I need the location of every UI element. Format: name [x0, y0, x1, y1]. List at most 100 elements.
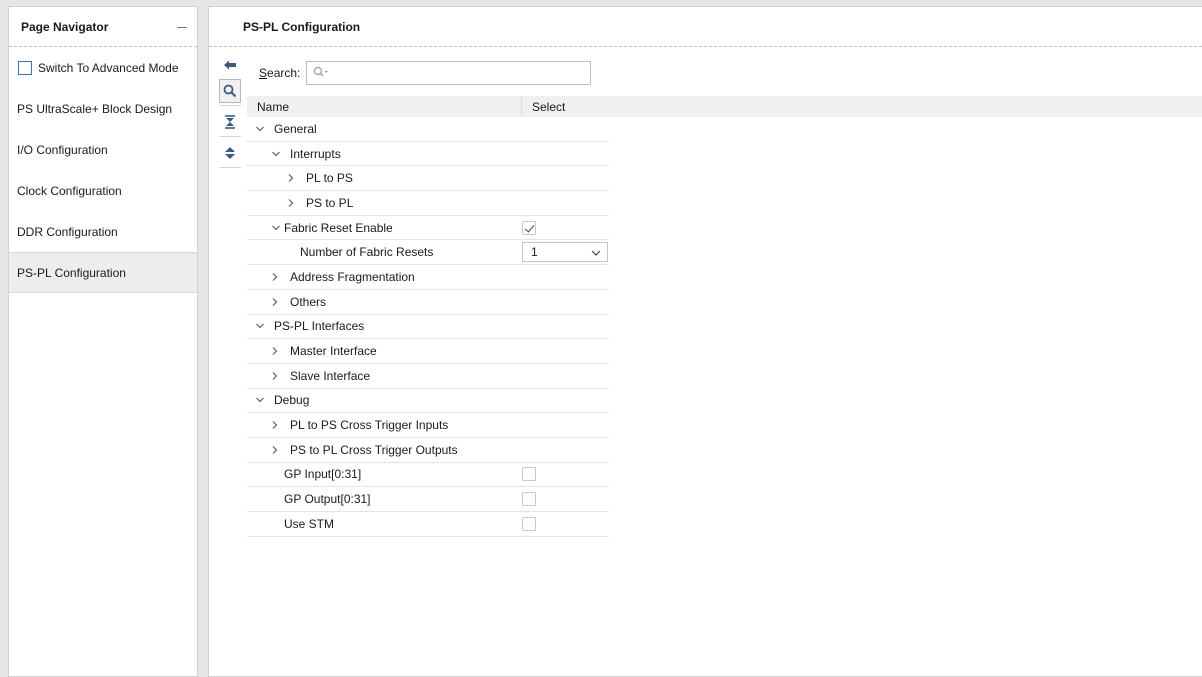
tree-row-label: Interrupts [290, 146, 341, 161]
tree-row[interactable]: General [247, 117, 609, 142]
page-navigator-title: Page Navigator [21, 19, 109, 34]
chevron-down-icon[interactable] [272, 151, 282, 157]
tree-row-label: Slave Interface [290, 368, 371, 383]
nav-item-ps-pl-configuration[interactable]: PS-PL Configuration [9, 252, 197, 293]
tree-row-select-cell [521, 516, 609, 531]
nav-item-label: PS UltraScale+ Block Design [17, 101, 173, 116]
chevron-down-icon[interactable] [256, 126, 266, 132]
tree-row-name-cell: GP Output[0:31] [247, 492, 521, 506]
tree-row-name-cell: Number of Fabric Resets [247, 245, 521, 259]
nav-item-ddr-configuration[interactable]: DDR Configuration [9, 211, 197, 252]
search-icon[interactable] [219, 79, 241, 103]
page-navigator-panel: Page Navigator Switch To Advanced Mode P… [8, 6, 198, 677]
tree-row-label: Master Interface [290, 344, 377, 359]
tree-row-label: PL to PS [306, 171, 353, 186]
chevron-down-icon[interactable] [256, 397, 266, 403]
tree-row-label: GP Input[0:31] [284, 467, 362, 482]
tree-row-select-cell [521, 220, 609, 235]
tree-row-label: Others [290, 294, 327, 309]
minimize-icon[interactable] [177, 22, 187, 32]
search-label: Search: [259, 66, 300, 80]
tree-row[interactable]: PS-PL Interfaces [247, 315, 609, 340]
column-header-select[interactable]: Select [521, 96, 609, 117]
page-navigator-header: Page Navigator [9, 7, 197, 47]
expand-all-icon[interactable] [219, 141, 241, 165]
tree-row[interactable]: Others [247, 290, 609, 315]
chevron-down-icon [591, 245, 601, 259]
tree-row-name-cell: PL to PS Cross Trigger Inputs [247, 418, 521, 432]
panel-header: PS-PL Configuration [209, 7, 1202, 47]
row-checkbox[interactable] [522, 492, 536, 507]
tree-row[interactable]: Use STM [247, 512, 609, 537]
tree-row-select-cell: 1 [521, 242, 609, 263]
tree-row-label: Address Fragmentation [290, 269, 415, 284]
fabric-resets-select[interactable]: 1 [522, 242, 608, 263]
nav-item-label: PS-PL Configuration [17, 265, 126, 280]
tree-row[interactable]: Slave Interface [247, 364, 609, 389]
chevron-right-icon[interactable] [272, 421, 282, 429]
tree-row[interactable]: PS to PL Cross Trigger Outputs [247, 438, 609, 463]
tree-row[interactable]: PL to PS [247, 166, 609, 192]
chevron-down-icon[interactable] [256, 323, 266, 329]
row-checkbox[interactable] [522, 467, 536, 482]
tree-row[interactable]: Number of Fabric Resets 1 [247, 240, 609, 266]
column-header-name[interactable]: Name [247, 100, 521, 114]
chevron-right-icon[interactable] [272, 445, 282, 454]
toolbar-divider [219, 167, 241, 168]
nav-item-io-configuration[interactable]: I/O Configuration [9, 129, 197, 170]
tree-row-name-cell: GP Input[0:31] [247, 467, 521, 481]
tree-row-label: Fabric Reset Enable [284, 220, 393, 235]
tree-row-select-cell [521, 467, 609, 482]
chevron-right-icon[interactable] [288, 199, 298, 207]
tree-row-name-cell: Master Interface [247, 344, 521, 358]
select-value: 1 [531, 245, 538, 260]
tree-row-name-cell: Slave Interface [247, 369, 521, 383]
chevron-down-icon[interactable] [272, 225, 282, 231]
tree-row-name-cell: Debug [247, 393, 521, 407]
tree-row[interactable]: Address Fragmentation [247, 265, 609, 290]
tree-row-label: Debug [274, 393, 310, 408]
row-checkbox[interactable] [522, 516, 536, 531]
nav-item-block-design[interactable]: PS UltraScale+ Block Design [9, 88, 197, 129]
tree-row[interactable]: GP Output[0:31] [247, 487, 609, 512]
advanced-mode-toggle[interactable]: Switch To Advanced Mode [9, 47, 197, 88]
tree-row-name-cell: Interrupts [247, 147, 521, 161]
advanced-mode-label: Switch To Advanced Mode [38, 60, 179, 75]
search-icon [313, 66, 329, 81]
tree-row[interactable]: Master Interface [247, 339, 609, 364]
advanced-mode-checkbox[interactable] [18, 60, 32, 75]
tree-row[interactable]: GP Input[0:31] [247, 463, 609, 488]
page-title: PS-PL Configuration [243, 19, 361, 34]
tree-row-name-cell: Fabric Reset Enable [247, 221, 521, 235]
tree-toolbar [219, 53, 241, 172]
nav-item-clock-configuration[interactable]: Clock Configuration [9, 170, 197, 211]
chevron-right-icon[interactable] [272, 347, 282, 355]
tree-row-label: GP Output[0:31] [284, 492, 371, 507]
chevron-right-icon[interactable] [272, 371, 282, 380]
tree-row-name-cell: General [247, 122, 521, 136]
tree-row-label: PL to PS Cross Trigger Inputs [290, 418, 449, 433]
search-input[interactable] [306, 61, 592, 85]
search-label-mnemonic: S [259, 66, 268, 80]
nav-item-label: DDR Configuration [17, 224, 118, 239]
tree-row-label: General [274, 121, 317, 136]
table-header: Name Select [247, 96, 1202, 117]
back-arrow-icon[interactable] [219, 53, 241, 77]
chevron-right-icon[interactable] [288, 174, 298, 183]
toolbar-divider [219, 105, 241, 106]
tree-row[interactable]: Debug [247, 389, 609, 414]
tree-row-label: Use STM [284, 516, 335, 531]
tree-row[interactable]: Interrupts [247, 142, 609, 167]
search-label-text: earch: [267, 66, 301, 80]
nav-item-label: Clock Configuration [17, 183, 122, 198]
tree-row-name-cell: PS-PL Interfaces [247, 319, 521, 333]
chevron-right-icon[interactable] [272, 297, 282, 306]
collapse-all-icon[interactable] [219, 110, 241, 134]
tree-row[interactable]: Fabric Reset Enable [247, 216, 609, 241]
tree-row[interactable]: PL to PS Cross Trigger Inputs [247, 413, 609, 438]
row-checkbox[interactable] [522, 220, 536, 235]
chevron-right-icon[interactable] [272, 273, 282, 281]
toolbar-divider [219, 136, 241, 137]
nav-item-label: I/O Configuration [17, 142, 108, 157]
tree-row[interactable]: PS to PL [247, 191, 609, 216]
